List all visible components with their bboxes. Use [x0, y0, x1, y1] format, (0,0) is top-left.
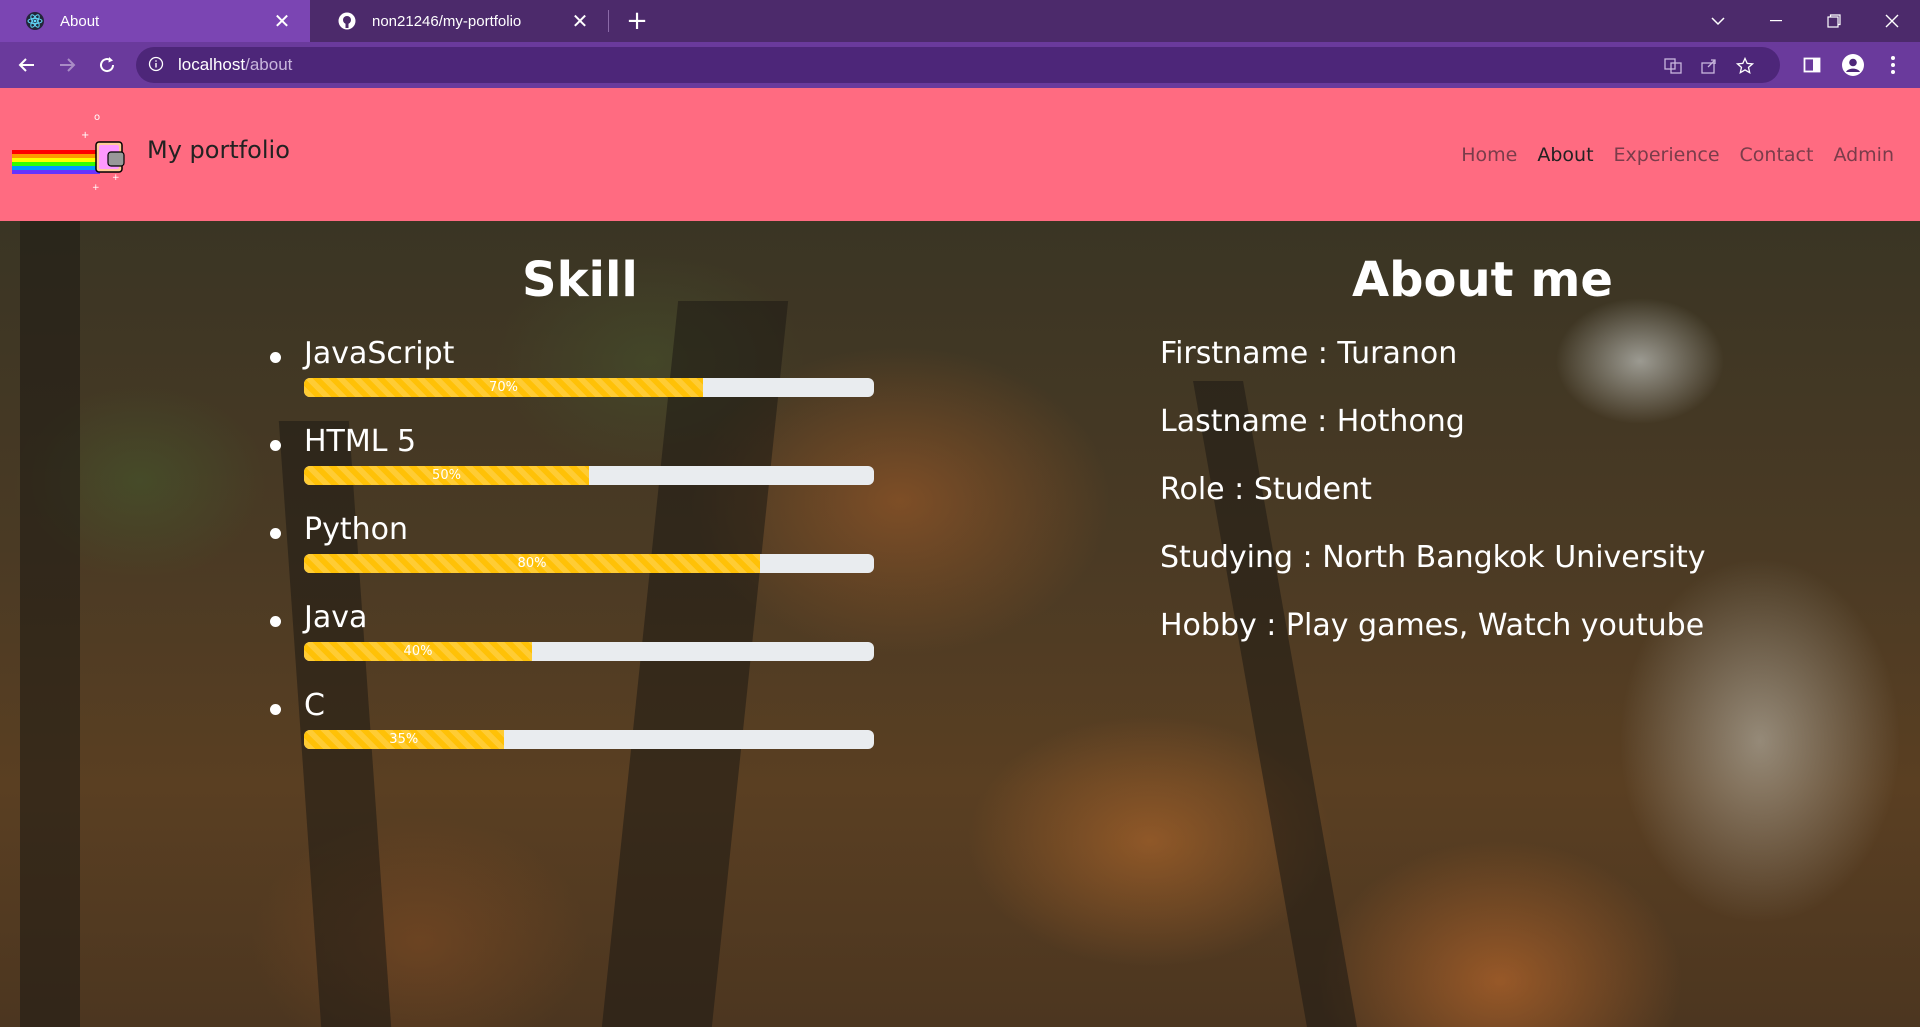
browser-toolbar: localhost/about — [0, 42, 1920, 88]
skill-name: HTML 5 — [304, 424, 417, 459]
skill-progress-bar: 70% — [304, 378, 874, 397]
nav-home[interactable]: Home — [1461, 144, 1517, 166]
url-path: /about — [245, 55, 293, 74]
about-firstname: Firstname : Turanon — [1160, 336, 1458, 371]
nyan-cat-logo[interactable]: + o + + — [12, 110, 132, 193]
reload-icon[interactable] — [92, 50, 122, 80]
skill-percent-label: 40% — [403, 644, 433, 659]
skill-progress-fill: 70% — [304, 378, 703, 397]
bookmark-star-icon[interactable] — [1734, 55, 1756, 77]
new-tab-button[interactable]: + — [622, 6, 652, 36]
restore-icon[interactable] — [1806, 0, 1862, 42]
react-icon — [24, 10, 46, 32]
nav-admin[interactable]: Admin — [1833, 144, 1894, 166]
tab-search-icon[interactable] — [1690, 0, 1746, 42]
tab-github[interactable]: non21246/my-portfolio ✕ — [312, 0, 608, 42]
address-bar[interactable]: localhost/about — [136, 47, 1780, 83]
skill-progress-bar: 35% — [304, 730, 874, 749]
tab-title: non21246/my-portfolio — [372, 12, 522, 30]
nav-contact[interactable]: Contact — [1740, 144, 1814, 166]
tab-title: About — [60, 12, 100, 30]
bullet — [270, 352, 281, 363]
site-info-icon[interactable] — [148, 56, 166, 74]
skill-progress-fill: 40% — [304, 642, 532, 661]
skill-name: JavaScript — [304, 336, 455, 371]
tab-strip: About ✕ non21246/my-portfolio ✕ + — [0, 0, 1920, 42]
about-heading: About me — [1352, 252, 1613, 308]
skill-percent-label: 35% — [389, 732, 419, 747]
svg-text:+: + — [92, 183, 100, 192]
url-text: localhost/about — [178, 55, 292, 75]
bullet — [270, 704, 281, 715]
skill-name: C — [304, 688, 325, 723]
close-icon[interactable]: ✕ — [270, 9, 294, 33]
tab-about[interactable]: About ✕ — [0, 0, 310, 42]
url-host: localhost — [178, 55, 246, 74]
bullet — [270, 616, 281, 627]
skill-name: Java — [304, 600, 368, 635]
skill-progress-fill: 80% — [304, 554, 760, 573]
tab-separator — [608, 10, 609, 32]
about-hobby: Hobby : Play games, Watch youtube — [1160, 608, 1705, 643]
about-studying: Studying : North Bangkok University — [1160, 540, 1706, 575]
skill-percent-label: 80% — [517, 556, 547, 571]
skill-progress-bar: 50% — [304, 466, 874, 485]
bullet — [270, 528, 281, 539]
profile-avatar-icon[interactable] — [1840, 52, 1866, 78]
skill-progress-bar: 80% — [304, 554, 874, 573]
brand-title[interactable]: My portfolio — [147, 136, 290, 164]
nav-experience[interactable]: Experience — [1614, 144, 1720, 166]
svg-text:o: o — [94, 112, 100, 123]
menu-dots-icon[interactable] — [1880, 52, 1906, 78]
nav-about[interactable]: About — [1537, 144, 1593, 166]
back-icon[interactable] — [12, 50, 42, 80]
skill-heading: Skill — [522, 252, 638, 308]
bullet — [270, 440, 281, 451]
skill-percent-label: 50% — [432, 468, 461, 483]
minimize-icon[interactable] — [1748, 0, 1804, 42]
skill-progress-bar: 40% — [304, 642, 874, 661]
skill-progress-fill: 50% — [304, 466, 589, 485]
github-icon — [336, 10, 358, 32]
svg-text:+: + — [112, 173, 120, 183]
skill-name: Python — [304, 512, 408, 547]
translate-icon[interactable] — [1662, 55, 1684, 77]
main-nav: Home About Experience Contact Admin — [1461, 144, 1894, 166]
skill-percent-label: 70% — [489, 380, 518, 395]
forward-icon[interactable] — [52, 50, 82, 80]
close-window-icon[interactable] — [1864, 0, 1920, 42]
page-viewport: + o + + My portfolio Home About Experien… — [0, 88, 1920, 1027]
svg-text:+: + — [81, 130, 89, 141]
about-details: Firstname : Turanon Lastname : Hothong R… — [1160, 336, 1706, 676]
side-panel-icon[interactable] — [1799, 52, 1825, 78]
skill-progress-fill: 35% — [304, 730, 504, 749]
about-lastname: Lastname : Hothong — [1160, 404, 1465, 439]
close-icon[interactable]: ✕ — [568, 9, 592, 33]
site-header: + o + + My portfolio Home About Experien… — [0, 88, 1920, 221]
share-icon[interactable] — [1698, 55, 1720, 77]
about-role: Role : Student — [1160, 472, 1372, 507]
